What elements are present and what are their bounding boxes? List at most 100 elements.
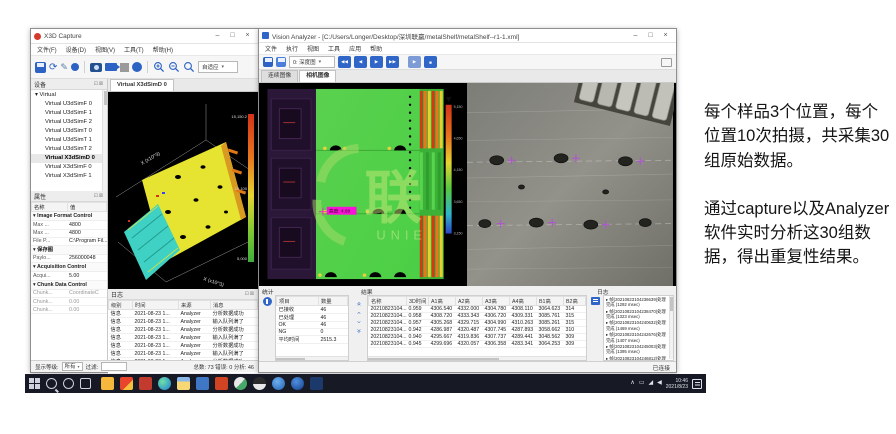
info-icon[interactable] [263, 297, 272, 306]
table-row[interactable]: Paylo...256000048 [31, 255, 107, 263]
tree-item[interactable]: Virtual U3dSimF 2 [31, 118, 107, 127]
taskbar-app-2[interactable] [120, 377, 133, 390]
tree-item[interactable]: Virtual U3dSimF 1 [31, 109, 107, 118]
tree-item[interactable]: Virtual U3dSimT 1 [31, 136, 107, 145]
close-icon[interactable]: × [240, 29, 255, 43]
task-view-icon[interactable] [80, 378, 91, 389]
table-row[interactable]: 20210823104...0.9454299.6964320.0574306.… [369, 341, 586, 348]
taskbar-app-6[interactable] [234, 377, 247, 390]
start-button[interactable] [29, 378, 40, 389]
tree-item-selected[interactable]: Virtual X3dSimD 0 [31, 154, 107, 163]
level-select[interactable]: 所有 ▾ [62, 362, 83, 371]
table-row[interactable]: Max ...4800 [31, 229, 107, 237]
minimize-icon[interactable]: – [628, 29, 643, 43]
stats-col-count[interactable]: 数量 [319, 297, 348, 306]
camera-image-view[interactable] [466, 83, 674, 286]
tree-item[interactable]: Virtual X3dSimF 0 [31, 163, 107, 172]
display-mode-select[interactable]: 0: 深度图 ▾ [289, 56, 335, 68]
taskbar-app-edge[interactable] [158, 377, 171, 390]
menu-tools[interactable]: 工具(T) [124, 45, 144, 54]
results-col-b1[interactable]: B1高 [537, 297, 564, 306]
connect-icon[interactable] [71, 63, 79, 71]
video-record-icon[interactable] [105, 63, 117, 71]
tab-continuous-image[interactable]: 连续图像 [261, 70, 298, 82]
table-row[interactable]: 20210823104...0.9594306.5404332.0004304.… [369, 306, 586, 313]
down-icon[interactable]: › [355, 321, 361, 323]
table-row[interactable]: Chunk...0.00 [31, 306, 107, 314]
zoom-fit-icon[interactable] [183, 61, 195, 73]
table-row[interactable]: 信息2021-08-23 1...Analyzer输入队列满了 [109, 334, 258, 342]
double-down-icon[interactable]: » [355, 329, 361, 333]
table-row[interactable]: 信息2021-08-23 1...Analyzer分析数据成功 [109, 326, 258, 334]
table-row[interactable]: Chunk...CoordinateC [31, 290, 107, 298]
up-icon[interactable]: ‹ [355, 312, 361, 314]
list-item[interactable]: ▸ 帧(20210823104245003)处理 完成 (1395 msec) [606, 344, 667, 355]
table-row[interactable]: 信息2021-08-23 1...Analyzer分析数据成功 [109, 342, 258, 350]
menu-file[interactable]: 文件 [265, 44, 277, 53]
play-button[interactable]: ▶ [370, 56, 383, 68]
save-icon[interactable] [276, 57, 286, 67]
taskbar-app-8[interactable] [272, 377, 285, 390]
table-row[interactable]: 信息2021-08-23 1...Analyzer输入队列满了 [109, 350, 258, 358]
log-col-source[interactable]: 来源 [179, 301, 211, 310]
export-icon[interactable] [591, 297, 600, 305]
prop-group[interactable]: ▾ Acquisition Control [31, 263, 107, 272]
stop-button[interactable]: ■ [424, 56, 437, 68]
menu-tools[interactable]: 工具 [328, 44, 340, 53]
tray-chevron-icon[interactable]: ∧ [630, 374, 634, 393]
table-row[interactable]: 平均时间2515.3 [277, 336, 348, 344]
stats-col-item[interactable]: 项目 [277, 297, 319, 306]
pointcloud-3d-view[interactable]: X (x10^3) X (x10^3) [108, 92, 258, 289]
maximize-icon[interactable]: □ [643, 29, 658, 43]
record-icon[interactable] [132, 62, 142, 72]
notification-center-icon[interactable] [692, 379, 702, 389]
taskbar-app-3[interactable] [139, 377, 152, 390]
menu-file[interactable]: 文件(F) [37, 45, 57, 54]
table-row[interactable]: Max ...4800 [31, 221, 107, 229]
tree-item[interactable]: Virtual U3dSimT 0 [31, 127, 107, 136]
table-row[interactable]: 20210823104...0.9404295.6674319.8364307.… [369, 334, 586, 341]
refresh-icon[interactable]: ⟳ [49, 62, 57, 73]
zoom-out-icon[interactable] [168, 61, 180, 73]
taskbar-app-explorer[interactable] [177, 377, 190, 390]
depth-map-view[interactable]: 联 UNIE 高度: 4.80 5,1504,6504,150 3,6503,1… [261, 83, 465, 286]
battery-icon[interactable]: ▭ [639, 374, 645, 393]
list-item[interactable]: ▸ 帧(20210823104246812)处理 完成 (1399 msec) [606, 356, 667, 361]
table-row[interactable]: 20210823104...0.9574305.2684329.7154304.… [369, 320, 586, 327]
results-hscrollbar[interactable] [368, 356, 586, 360]
table-row[interactable]: File P...C:\Program Fil... [31, 237, 107, 245]
log-col-message[interactable]: 消息 [211, 301, 258, 310]
table-row[interactable]: Chunk...0.00 [31, 298, 107, 306]
close-icon[interactable]: × [658, 29, 673, 43]
log-col-level[interactable]: 级别 [109, 301, 133, 310]
table-row[interactable]: 信息2021-08-23 1...Analyzer分析数据成功 [109, 310, 258, 318]
menu-view[interactable]: 视图 [307, 44, 319, 53]
minimize-icon[interactable]: – [210, 29, 225, 43]
tree-scrollbar[interactable] [102, 90, 107, 191]
results-col-3dtime[interactable]: 3D时间 [407, 297, 429, 306]
tree-item[interactable]: Virtual U3dSimT 2 [31, 145, 107, 154]
tab-camera-image[interactable]: 相机图像 [299, 70, 336, 82]
snapshot-camera-icon[interactable] [90, 63, 102, 72]
network-icon[interactable]: ◢ [649, 374, 654, 393]
prop-group[interactable]: ▾ Chunk Data Control [31, 281, 107, 290]
list-item[interactable]: ▸ 帧(20210823104238470)处理 完成 (1323 msec) [606, 309, 667, 320]
list-item[interactable]: ▸ 帧(20210823104240632)处理 完成 (1469 msec) [606, 320, 667, 331]
menu-apps[interactable]: 应用 [349, 44, 361, 53]
list-item[interactable]: ▸ 帧(20210823104242676)处理 完成 (1407 msec) [606, 332, 667, 343]
results-col-name[interactable]: 名称 [369, 297, 407, 306]
step-first-button[interactable]: ◀◀ [338, 56, 351, 68]
step-forward-button[interactable]: ▶▶ [386, 56, 399, 68]
analyzer-log-list[interactable]: ▸ 帧(20210823104236639)处理 完成 (1292 msec)▸… [603, 295, 674, 361]
panel-buttons[interactable]: ⊡⊠ [94, 81, 104, 87]
menu-help[interactable]: 帮助 [370, 44, 382, 53]
taskbar-app-9[interactable] [291, 377, 304, 390]
step-back-button[interactable]: ◀ [354, 56, 367, 68]
tree-item[interactable]: Virtual X3dSimF 1 [31, 172, 107, 181]
save-icon[interactable] [35, 62, 46, 73]
maximize-icon[interactable]: □ [225, 29, 240, 43]
log-scrollbar[interactable] [669, 296, 673, 359]
table-row[interactable]: OK46 [277, 322, 348, 329]
cortana-icon[interactable] [63, 378, 74, 389]
table-row[interactable]: 已接收46 [277, 306, 348, 314]
